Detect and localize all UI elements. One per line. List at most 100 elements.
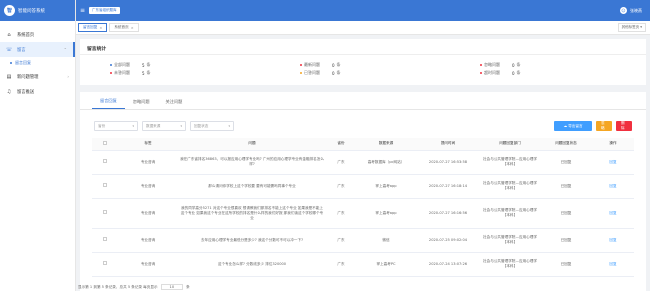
app-logo[interactable]: 智 智能问答系统 [0,0,75,21]
reply-link[interactable]: 回复 [592,198,634,229]
reply-link[interactable]: 回复 [592,150,634,175]
stat-label: 忽略问题 [484,62,500,67]
cell-source: 高考数据库（pc网站） [356,150,416,175]
row-checkbox[interactable] [92,228,118,253]
sidebar-item-home[interactable]: ⌂ 系统首页 [0,27,75,42]
stat-label: 最新问题 [304,62,320,67]
cell-status: 已回复 [540,150,592,175]
sidebar-item-label: 留言 [17,47,26,53]
row-checkbox[interactable] [92,252,118,277]
table-row: 专业咨询 我的同学高分5271 对这个专业很喜欢 想请教我们那排名不能上这个专业… [92,198,634,229]
status-dot-icon [300,72,302,74]
export-button[interactable]: ☁ 导出留言 [554,121,592,131]
cell-time: 2020-07-25 09:02:04 [416,228,480,253]
stat-overdue: 超时问题 0 条 [480,70,521,76]
ignore-button[interactable]: 忽略 [596,121,612,131]
tab-label: 系统首页 [114,25,129,29]
cell-question: 这个专业怎么样? 分数线多少 排位320000 [178,252,326,277]
row-checkbox[interactable] [92,150,118,175]
stat-unit: 条 [516,62,521,67]
stat-label: 已答问题 [304,70,320,75]
column-header[interactable]: 问题回复状态 [540,138,592,151]
reply-link[interactable]: 回复 [592,174,634,199]
cell-province: 广东 [326,174,356,199]
cell-question: 去年应用心理学专业最低分是多少? 我这个分数可不可以冲一下? [178,228,326,253]
tabs-more-dropdown[interactable]: 其他标签页 ▾ [617,23,646,32]
select-placeholder: 省份 [98,123,106,128]
app-title: 智能问答系统 [18,8,45,14]
sidebar-item-push[interactable]: ♫ 留言推送 [0,84,75,99]
column-header[interactable]: 标签 [118,138,178,151]
table-row: 专业咨询 我在广东省排名36863，可以报应用心理学专业吗? 广州的应用心理学专… [92,150,634,175]
sidebar-item-message[interactable]: ☏ 留言 ⌃ [0,42,75,57]
select-all-checkbox[interactable] [92,138,118,151]
tab-home[interactable]: 系统首页 × [109,23,139,32]
cell-status: 已回复 [540,198,592,229]
stat-unit: 条 [336,62,341,67]
close-icon[interactable]: × [131,26,134,30]
close-icon[interactable]: × [99,26,102,30]
page-size-select[interactable]: 10 [160,284,184,290]
org-selector[interactable]: 广东省组织题库 [89,7,120,14]
top-bar: ≡ 广东省组织题库 ☺ 张晓燕 [76,0,650,21]
stat-all: 全部问题 5 条 [110,62,151,68]
stat-ignored: 忽略问题 0 条 [480,62,521,68]
stat-label: 未答问题 [114,70,130,75]
tab-message-reply[interactable]: 留言回复 [92,98,125,109]
stat-value: 5 [142,62,145,68]
cell-status: 已回复 [540,174,592,199]
stats-card: 留言统计 全部问题 5 条 未答问题 5 条 最新问题 0 条 已答问题 0 条… [80,39,646,85]
table-row: 专业咨询 这个专业怎么样? 分数线多少 排位320000 广东 掌上高考PC 2… [92,252,634,277]
source-select[interactable]: 数据来源 ▾ [142,121,186,131]
province-select[interactable]: 省份 ▾ [94,121,138,131]
stat-value: 5 [142,70,145,76]
cell-tag: 专业咨询 [118,174,178,199]
table-row: 专业咨询 去年应用心理学专业最低分是多少? 我这个分数可不可以冲一下? 广东 微… [92,228,634,253]
column-header[interactable]: 提问时间 [416,138,480,151]
cell-province: 广东 [326,228,356,253]
sidebar-item-label: 新问题管理 [17,74,39,80]
select-placeholder: 数据来源 [146,123,161,128]
stat-answered: 已答问题 0 条 [300,70,341,76]
reply-link[interactable]: 回复 [592,228,634,253]
tab-reply[interactable]: 留言回复 × [78,23,108,32]
chevron-up-icon: ⌃ [63,47,67,52]
tab-ignored-questions[interactable]: 忽略问题 [125,99,158,109]
message-table: 标签 问题 省份 数据来源 提问时间 问题回复部门 问题回复状态 操作 专业咨询… [92,138,634,277]
stat-label: 超时问题 [484,70,500,75]
user-name: 张晓燕 [630,7,642,13]
column-header[interactable]: 省份 [326,138,356,151]
stat-value: 0 [512,70,515,76]
cell-tag: 专业咨询 [118,198,178,229]
menu-toggle-icon[interactable]: ≡ [80,7,85,14]
chevron-right-icon: › [67,74,69,79]
stat-unit: 条 [146,70,151,75]
column-header[interactable]: 问题 [178,138,326,151]
cell-time: 2020-07-24 13:07:26 [416,252,480,277]
column-header[interactable]: 数据来源 [356,138,416,151]
reply-link[interactable]: 回复 [592,252,634,277]
stat-value: 0 [332,70,335,76]
book-icon: ▤ [6,73,12,80]
delete-button[interactable]: 删除 [616,121,632,131]
sidebar-subitem-reply[interactable]: 留言回复 [0,57,75,69]
row-checkbox[interactable] [92,198,118,229]
pagination-info: 显示第 1 到第 5 条记录，总共 5 条记录 每页显示 10 条 [78,284,190,290]
row-checkbox[interactable] [92,174,118,199]
column-header[interactable]: 操作 [592,138,634,151]
cell-time: 2020-07-27 16:16:56 [416,198,480,229]
cell-question: 我的同学高分5271 对这个专业很喜欢 想请教我们那排名不能上这个专业 如果我是… [178,198,326,229]
status-dot-icon [110,64,112,66]
stat-label: 全部问题 [114,62,130,67]
column-header[interactable]: 问题回复部门 [480,138,540,151]
filter-bar: 省份 ▾ 数据来源 ▾ 回复状态 ▾ [94,121,234,131]
reply-status-select[interactable]: 回复状态 ▾ [190,121,234,131]
page-tabs: 留言回复 × 系统首页 × 其他标签页 ▾ [76,21,650,35]
action-buttons: ☁ 导出留言 忽略 删除 [554,121,632,131]
select-placeholder: 回复状态 [194,123,209,128]
stat-value: 0 [332,62,335,68]
user-menu[interactable]: ☺ 张晓燕 [620,7,642,14]
cell-source: 掌上高考app [356,174,416,199]
tab-followed-questions[interactable]: 关注问题 [158,99,191,109]
sidebar-item-question-manage[interactable]: ▤ 新问题管理 › [0,69,75,84]
